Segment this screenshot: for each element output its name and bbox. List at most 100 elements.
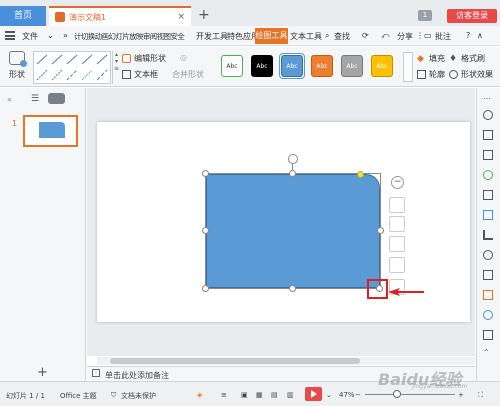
outline-label: 轮廓 [429,70,445,79]
spell-check-icon[interactable]: ≡ [221,391,227,399]
style-swatch-2[interactable]: Abc [251,55,273,77]
brush-icon[interactable] [483,290,493,300]
horizontal-scroll-thumb[interactable] [110,358,360,364]
reading-view-icon[interactable]: ▤ [271,391,278,399]
gallery-icon[interactable] [483,330,493,340]
animation-icon[interactable] [483,170,493,180]
slide-thumbnail[interactable] [23,115,78,147]
sync-icon[interactable]: ⟳ [362,31,369,40]
close-tab-icon[interactable]: × [177,12,185,22]
fill-bucket-icon: ◆ [417,54,424,64]
resize-handle-r[interactable] [377,227,384,234]
tab-dev-tools[interactable]: 开发工具 [196,31,228,42]
slide-view-icon[interactable] [48,93,65,104]
collapse-toolbar-icon[interactable]: − [391,176,404,189]
shape-tool-icon[interactable] [483,250,493,260]
comment-label[interactable]: 批注 [435,31,451,42]
textbox-button[interactable]: 文本框 [122,69,158,80]
highlight-box [367,279,388,299]
resize-handle-tl[interactable] [202,170,209,177]
style-swatch-5[interactable]: Abc [341,55,363,77]
file-menu-chevron-icon[interactable]: ⌄ [47,31,54,40]
fill-label: 填充 [429,54,445,63]
home-tab[interactable]: 首页 [0,6,46,26]
slide-sorter-icon[interactable]: ▦ [256,391,263,399]
zoom-level[interactable]: 47% [339,391,355,399]
adjust-handle[interactable] [357,171,364,178]
style-swatch-6[interactable]: Abc [371,55,393,77]
document-tab[interactable]: 演示文稿1 × [49,6,191,26]
normal-view-icon[interactable]: ▣ [241,391,248,399]
collapse-panel-icon[interactable]: « [7,95,12,104]
format-brush-button[interactable]: ♦ 格式刷 [449,53,485,64]
layers-icon[interactable] [389,197,405,213]
notes-placeholder[interactable]: 单击此处添加备注 [105,370,169,381]
pen-icon[interactable] [389,216,405,232]
help-icon[interactable]: ? [466,31,470,40]
resize-handle-l[interactable] [202,227,209,234]
beautify-icon[interactable]: ◈ [197,391,202,399]
zoom-slider[interactable] [365,394,455,395]
style-swatch-3[interactable]: Abc [281,55,303,77]
comment-icon[interactable]: ▭ [424,31,432,40]
settings-icon[interactable] [483,110,493,120]
undo-icon[interactable]: ⤺ [381,31,390,41]
cursor-icon[interactable] [483,130,493,140]
window-count-badge[interactable]: 1 [418,10,432,21]
zoom-in-button[interactable]: + [458,391,464,399]
theme-name[interactable]: Office 主题 [60,391,97,401]
edit-shape-button[interactable]: 编辑形状 [122,53,166,64]
menu-icon[interactable] [5,31,15,40]
shape-effect-button[interactable]: 形状效果 [449,69,493,80]
swatch-scroll-icon[interactable] [403,52,413,82]
style-swatch-1[interactable]: Abc [221,55,243,77]
merge-shape-button[interactable]: 合并形状 [172,69,204,80]
tab-text-tools[interactable]: 文本工具 [290,31,322,42]
selection-outline [205,173,381,289]
zoom-out-button[interactable]: − [355,391,361,399]
share-label[interactable]: 分享 [397,31,413,42]
more-icon[interactable]: ⋯ [483,94,493,104]
resize-handle-bl[interactable] [202,285,209,292]
guest-login-button[interactable]: 访客登录 [447,9,497,23]
tab-drawing-tools[interactable]: 绘图工具 [255,28,288,44]
crop-icon[interactable] [389,257,405,273]
line-style-gallery[interactable] [33,51,111,84]
merge-shape-icon[interactable]: ◎ [180,53,187,62]
shape-button[interactable]: 形状 [6,51,28,84]
resize-handle-b[interactable] [289,285,296,292]
add-slide-button[interactable]: + [37,365,48,380]
fill-color-icon[interactable] [389,236,405,252]
scroll-up-icon[interactable]: ⌃ [483,348,493,358]
search-icon[interactable]: ⌕ [325,31,329,41]
menu-tabs-compressed[interactable]: 计切换动画幻灯片放映审阅视图安全 [74,31,185,42]
document-protection[interactable]: 文档未保护 [121,391,156,401]
table-icon[interactable] [483,190,493,200]
notes-icon[interactable] [92,369,100,377]
shape-label: 形状 [9,70,25,79]
play-options-chevron-icon[interactable]: ⌄ [326,391,332,399]
ai-icon[interactable] [483,310,493,320]
new-tab-button[interactable]: + [198,7,210,23]
protect-icon: ⛉ [111,391,117,399]
crop-tool-icon[interactable] [483,150,493,160]
outline-button[interactable]: 轮廓 [417,69,445,80]
style-swatch-4[interactable]: Abc [311,55,333,77]
backup-icon[interactable] [483,270,493,280]
play-slideshow-button[interactable] [305,387,322,401]
zoom-slider-knob[interactable] [393,390,401,398]
fit-window-icon[interactable]: ⛶ [478,391,483,400]
resize-handle-t[interactable] [289,170,296,177]
search-label[interactable]: 查找 [334,31,350,42]
gallery-scroll-icon[interactable]: ▴ ▾ ≡ [112,51,120,84]
outline-view-icon[interactable]: ☰ [31,94,39,104]
more-menus-icon[interactable]: » [63,31,68,40]
chart-icon[interactable] [483,230,493,240]
rotate-handle[interactable] [288,154,298,164]
collapse-ribbon-icon[interactable]: ∧ [477,31,483,40]
notes-view-icon[interactable]: ▥ [287,391,294,399]
fill-button[interactable]: ◆ 填充 [417,53,445,64]
file-menu[interactable]: 文件 [22,31,38,42]
more-options-icon[interactable]: ⋮ [416,31,424,40]
picture-icon[interactable] [483,210,493,220]
